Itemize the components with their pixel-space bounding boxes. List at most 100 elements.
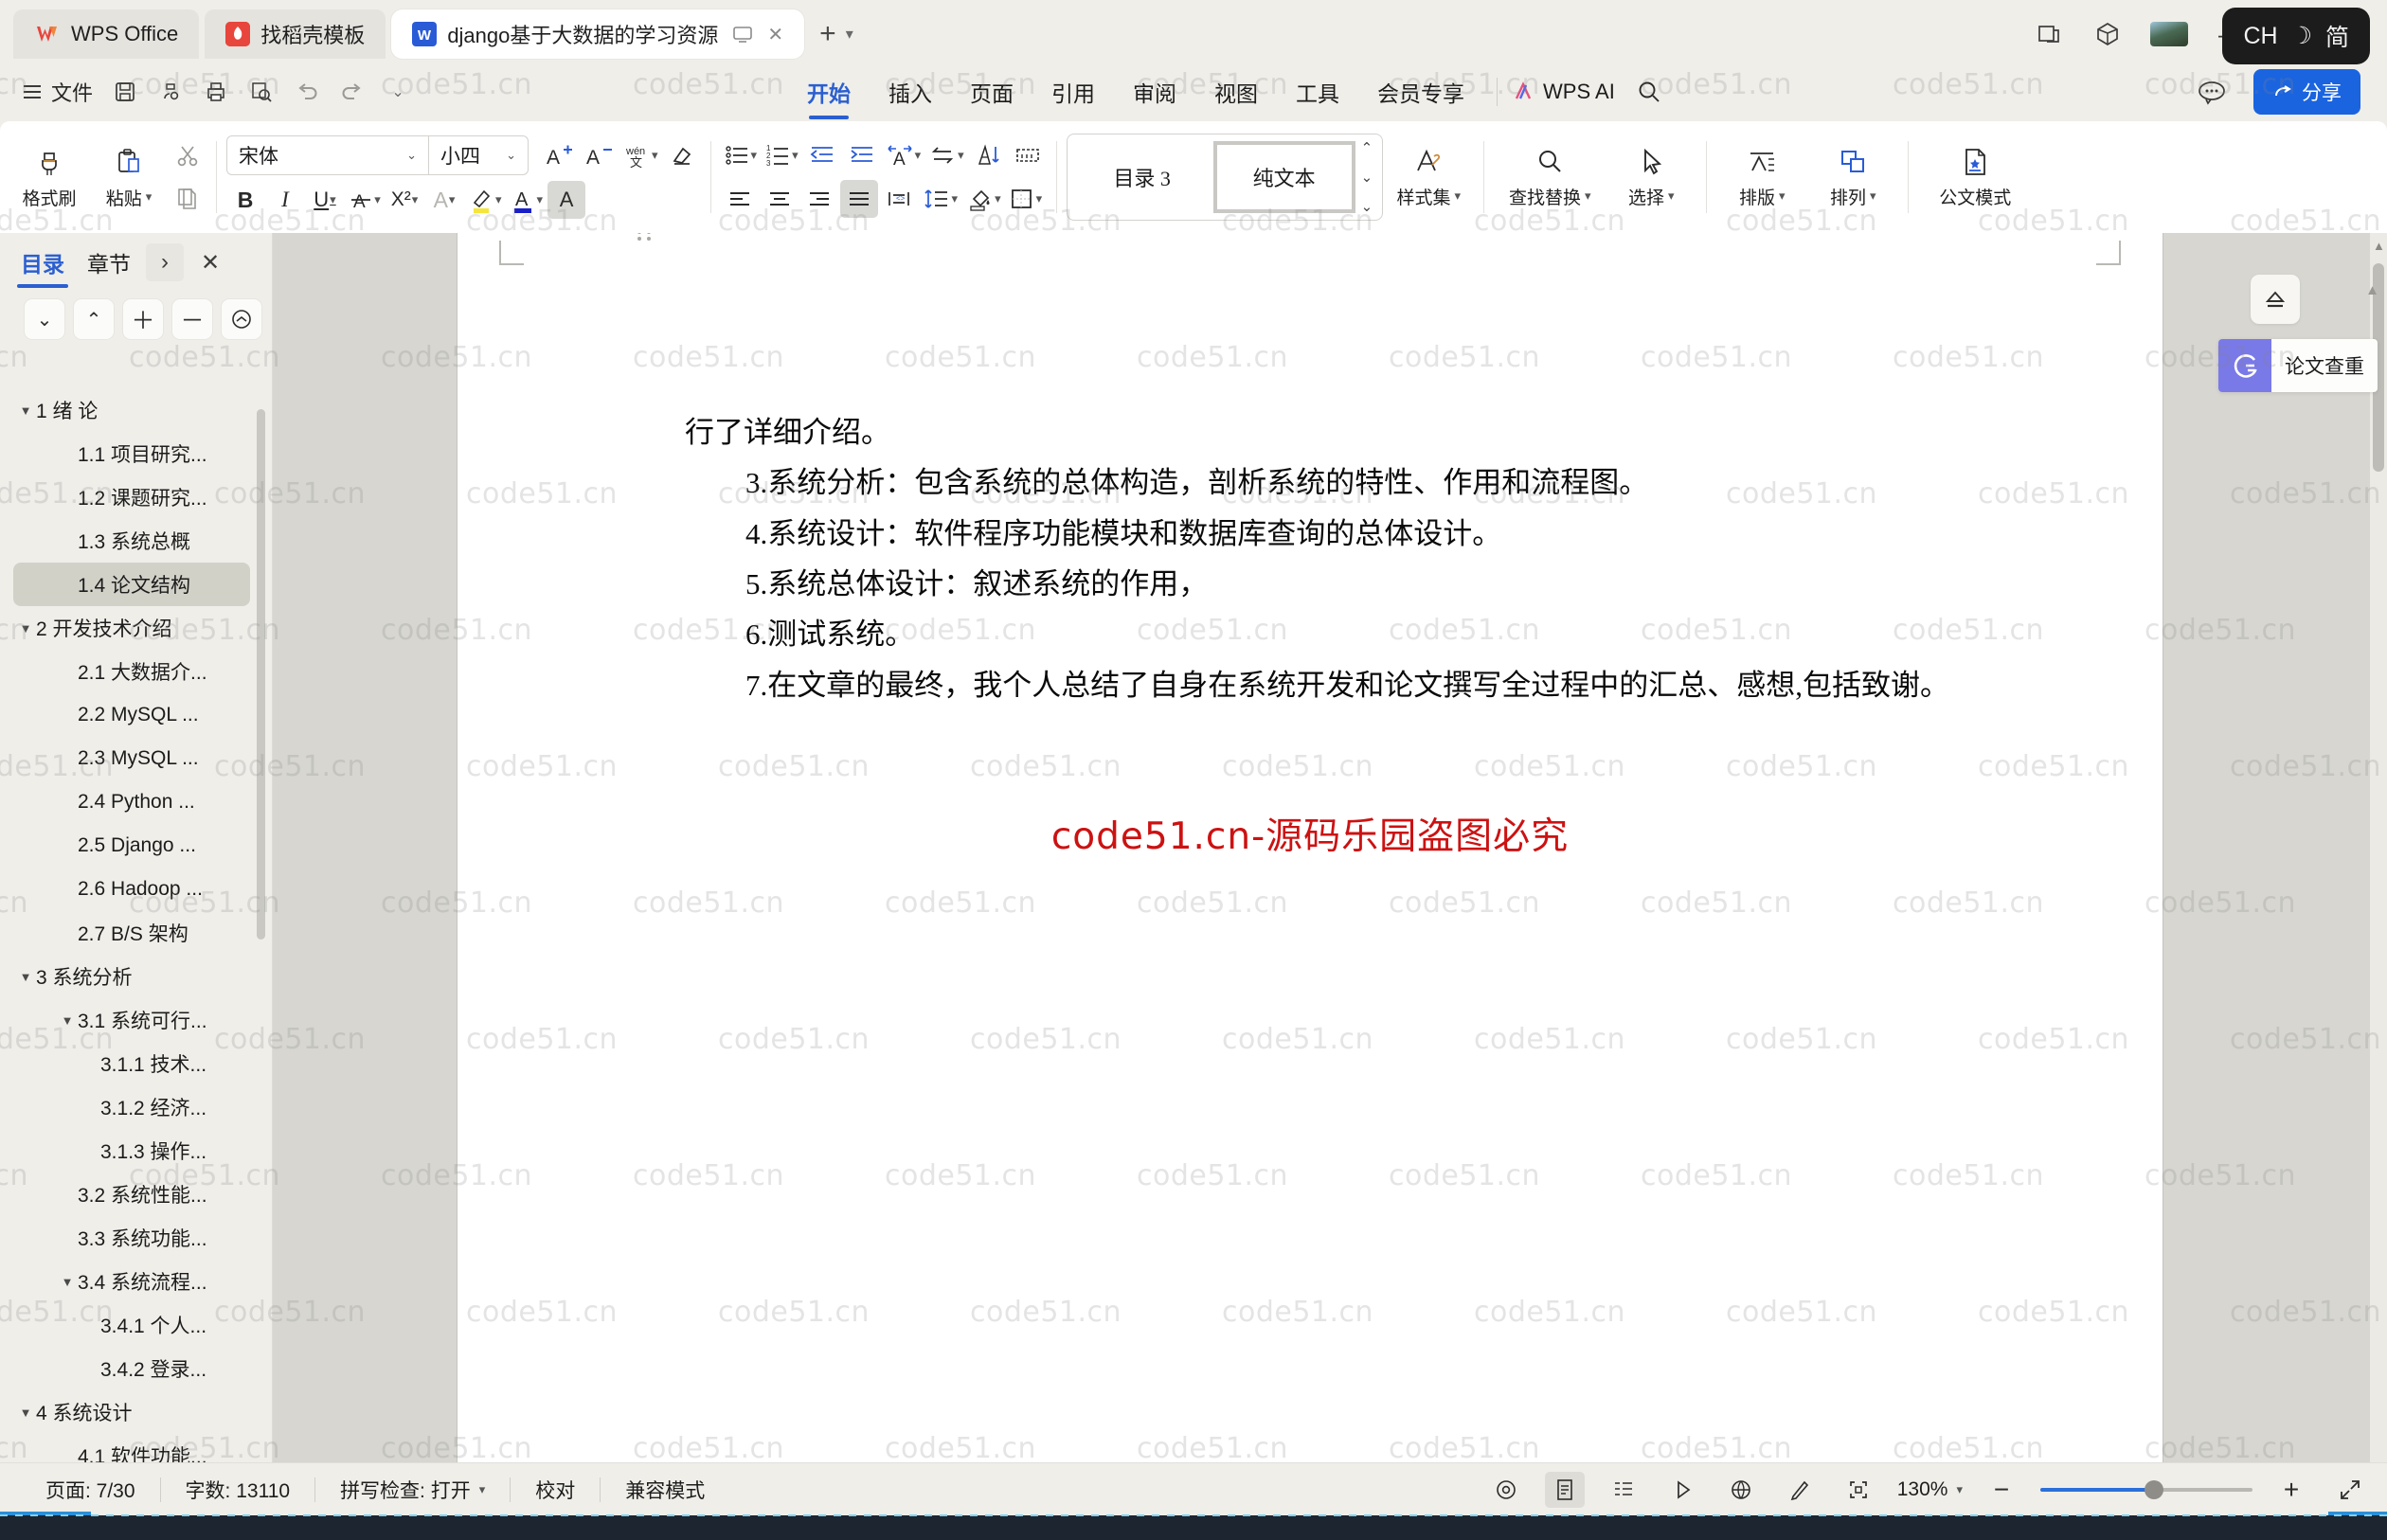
wps-ai-button[interactable]: WPS AI — [1511, 80, 1615, 104]
paste-chevron-down-icon[interactable]: ▾ — [146, 189, 153, 205]
zoom-out-button[interactable]: − — [1982, 1472, 2021, 1508]
page-view-icon[interactable] — [1544, 1471, 1585, 1508]
redo-icon[interactable] — [332, 72, 373, 112]
clear-format-icon[interactable] — [663, 136, 701, 174]
toc-item[interactable]: ▼2.7 B/S 架构 — [13, 911, 250, 955]
tab-find-template[interactable]: 找稻壳模板 — [205, 9, 386, 59]
toc-item[interactable]: ▼1.2 课题研究... — [13, 475, 250, 519]
strikethrough-chevron-down-icon[interactable]: ▾ — [374, 192, 381, 207]
bullets-chevron-down-icon[interactable]: ▾ — [751, 148, 758, 163]
superscript-button[interactable]: X² ▾ — [386, 181, 423, 219]
pinyin-guide-icon[interactable]: wén 文 ▾ — [619, 136, 661, 174]
find-replace-button[interactable]: 查找替换 ▾ — [1494, 130, 1606, 224]
tab-document[interactable]: W django基于大数据的学习资源 ✕ — [391, 9, 805, 59]
line-spacing-icon[interactable]: ▾ — [920, 180, 961, 218]
tab-tools[interactable]: 工具 — [1277, 66, 1358, 117]
style-plaintext[interactable]: 纯文本 — [1212, 141, 1355, 213]
find-replace-chevron-down-icon[interactable]: ▾ — [1585, 188, 1591, 204]
select-button[interactable]: 选择 ▾ — [1606, 130, 1696, 224]
font-size-select[interactable]: 小四 ⌄ — [429, 141, 528, 170]
asian-layout-chevron-down-icon[interactable]: ▾ — [915, 148, 922, 163]
sidebar-tab-toc[interactable]: 目录 — [13, 241, 72, 288]
tab-review[interactable]: 审阅 — [1114, 66, 1195, 117]
toc-item[interactable]: ▼3.4.2 登录... — [13, 1347, 250, 1390]
arrange-button[interactable]: 排列 ▾ — [1807, 130, 1898, 224]
text-direction-icon[interactable]: ▾ — [925, 136, 967, 174]
shading-chevron-down-icon[interactable]: ▾ — [995, 191, 1001, 206]
tab-membership[interactable]: 会员专享 — [1358, 66, 1483, 117]
font-name-chevron-down-icon[interactable]: ⌄ — [406, 148, 417, 163]
read-view-icon[interactable] — [1662, 1472, 1702, 1508]
minus-icon[interactable]: － — [172, 299, 212, 339]
outline-view-icon[interactable] — [1604, 1472, 1643, 1508]
chevron-down-icon[interactable]: ⌄ — [25, 299, 64, 339]
arrange-chevron-down-icon[interactable]: ▾ — [1870, 188, 1876, 204]
show-marks-icon[interactable] — [1009, 136, 1047, 174]
italic-button[interactable]: I — [266, 181, 304, 219]
cube-3d-icon[interactable] — [2091, 18, 2124, 50]
spellcheck-chevron-down-icon[interactable]: ▾ — [479, 1482, 486, 1497]
paragraph-handle[interactable] — [637, 233, 653, 242]
toc-item[interactable]: ▼1.1 项目研究... — [13, 432, 250, 475]
asian-layout-icon[interactable]: A ▾ — [883, 136, 924, 174]
borders-icon[interactable]: ▾ — [1006, 180, 1046, 218]
page-indicator[interactable]: 页面: 7/30 — [21, 1476, 160, 1504]
collapse-all-icon[interactable] — [222, 299, 261, 339]
font-color-chevron-down-icon[interactable]: ▾ — [537, 192, 544, 207]
pinyin-chevron-down-icon[interactable]: ▾ — [652, 148, 658, 163]
toc-item[interactable]: ▼2.6 Hadoop ... — [13, 868, 250, 911]
bold-button[interactable]: B — [226, 181, 264, 219]
bullets-icon[interactable]: ▾ — [721, 136, 761, 174]
chevron-right-icon[interactable]: › — [146, 243, 184, 281]
present-monitor-icon[interactable] — [732, 24, 753, 45]
official-mode-button[interactable]: 公文模式 — [1918, 130, 2032, 224]
toc-item[interactable]: ▼3.1.3 操作... — [13, 1129, 250, 1173]
align-right-icon[interactable] — [800, 180, 838, 218]
shading-icon[interactable]: ▾ — [962, 180, 1004, 218]
underline-button[interactable]: U ▾ — [306, 181, 344, 219]
tab-close-icon[interactable]: ✕ — [767, 23, 783, 46]
toc-item[interactable]: ▼2.5 Django ... — [13, 824, 250, 868]
highlight-icon[interactable]: ▾ — [465, 181, 505, 219]
print-preview-icon[interactable] — [150, 72, 191, 112]
typesetting-chevron-down-icon[interactable]: ▾ — [1779, 188, 1786, 204]
decrease-indent-icon[interactable] — [803, 136, 841, 174]
toc-expand-triangle-icon[interactable]: ▼ — [15, 621, 36, 636]
toc-item[interactable]: ▼3.1.1 技术... — [13, 1042, 250, 1085]
zoom-slider[interactable] — [2040, 1479, 2252, 1499]
align-center-icon[interactable] — [761, 180, 799, 218]
effects-chevron-down-icon[interactable]: ▾ — [449, 192, 456, 207]
spellcheck-status[interactable]: 拼写检查: 打开 ▾ — [315, 1476, 510, 1504]
font-color-icon[interactable]: A ▾ — [507, 181, 547, 219]
toc-item[interactable]: ▼ 3.1 系统可行... — [13, 998, 250, 1042]
toc-expand-triangle-icon[interactable]: ▼ — [57, 1275, 78, 1289]
panel-collapse-up-icon[interactable]: ▲ — [2365, 282, 2379, 298]
toc-item[interactable]: ▼1.3 系统总概 — [13, 519, 250, 563]
zoom-chevron-down-icon[interactable]: ▾ — [1956, 1482, 1963, 1497]
toc-expand-triangle-icon[interactable]: ▼ — [15, 970, 36, 984]
strikethrough-icon[interactable]: A ▾ — [346, 181, 384, 219]
search-icon[interactable] — [1628, 72, 1670, 112]
grow-font-icon[interactable]: A — [540, 136, 578, 174]
sort-icon[interactable] — [969, 136, 1007, 174]
plagiarism-check-button[interactable]: 论文查重 — [2218, 339, 2378, 392]
zoom-level-control[interactable]: 130% ▾ — [1897, 1478, 1963, 1501]
style-set-button[interactable]: 样式集 ▾ — [1383, 130, 1474, 224]
highlight-chevron-down-icon[interactable]: ▾ — [495, 192, 502, 207]
tab-wps-office[interactable]: WPS Office — [13, 9, 200, 59]
toc-expand-triangle-icon[interactable]: ▼ — [15, 1406, 36, 1420]
font-name-select[interactable]: 宋体 ⌄ — [227, 141, 428, 170]
toc-item[interactable]: ▼2.2 MySQL ... — [13, 693, 250, 737]
save-icon[interactable] — [104, 72, 146, 112]
tab-start[interactable]: 开始 — [788, 66, 870, 119]
style-expand-icon[interactable]: ⌄ — [1361, 198, 1373, 215]
char-shading-button[interactable]: A — [547, 181, 586, 219]
feedback-icon[interactable] — [2191, 72, 2233, 112]
print-icon[interactable] — [195, 72, 237, 112]
zoom-in-button[interactable]: + — [2271, 1472, 2311, 1508]
new-tab-button[interactable]: + — [810, 18, 846, 50]
fullscreen-icon[interactable] — [2330, 1472, 2370, 1508]
toc-item[interactable]: ▼ 3 系统分析 — [13, 955, 250, 998]
zoom-slider-knob[interactable] — [2145, 1479, 2163, 1499]
share-button[interactable]: 分享 — [2253, 69, 2360, 115]
